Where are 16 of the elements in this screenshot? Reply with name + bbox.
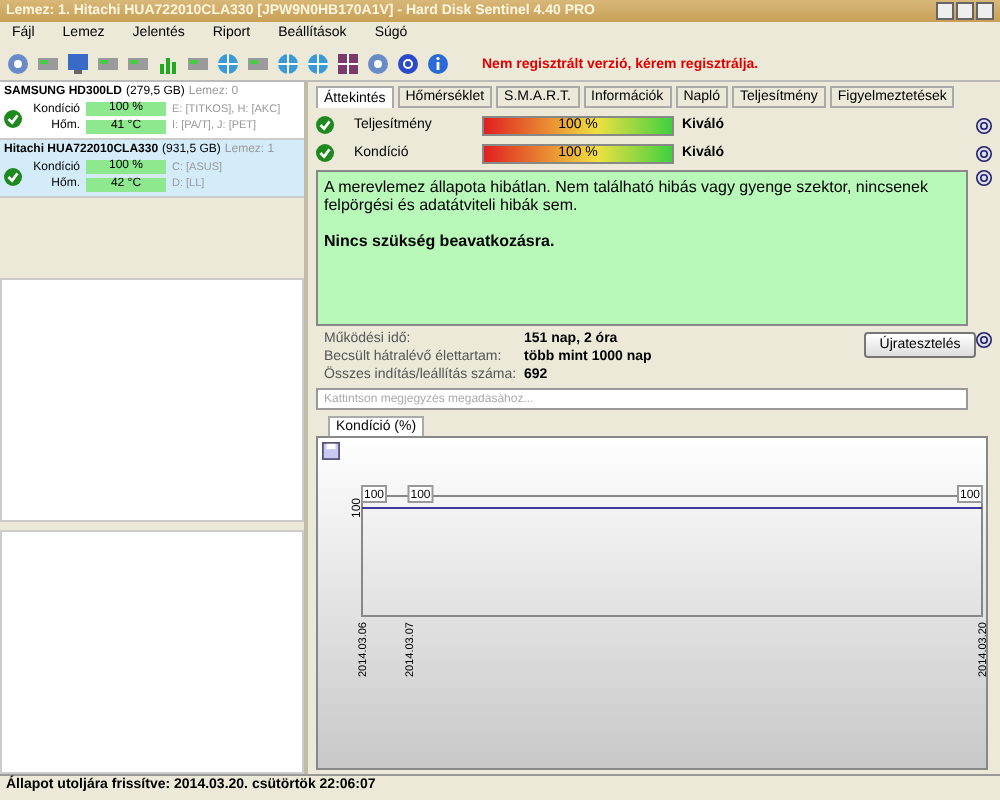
check-icon [4,109,22,127]
chart-icon[interactable] [156,52,180,76]
close-button[interactable] [976,2,994,20]
monitor-icon[interactable] [66,52,90,76]
status-action: Nincs szükség beavatkozásra. [324,232,557,250]
check-icon [316,144,334,162]
check-icon [4,167,22,185]
minimize-button[interactable] [936,2,954,20]
status-text: A merevlemez állapota hibátlan. Nem található hibás vagy gyenge szektor, nincsenek felpörgési és adatátviteli hibák sem. [324,178,930,214]
globe-icon[interactable] [276,52,300,76]
globe-icon[interactable] [216,52,240,76]
check-icon [316,116,334,134]
grid-icon[interactable] [336,52,360,76]
save-icon[interactable] [322,442,340,460]
info-icon[interactable] [426,52,450,76]
maximize-button[interactable] [956,2,974,20]
